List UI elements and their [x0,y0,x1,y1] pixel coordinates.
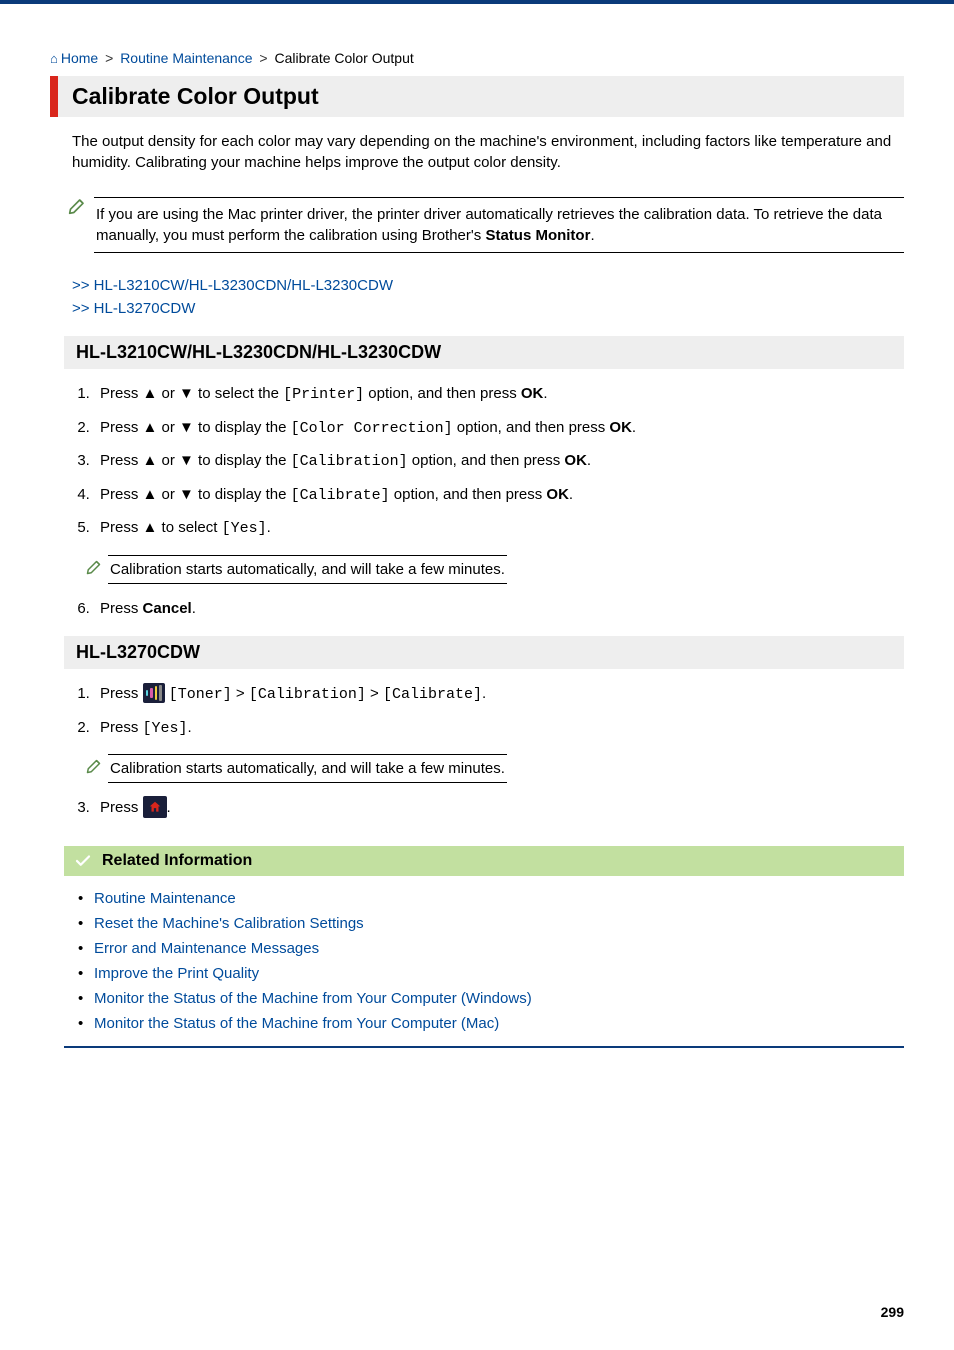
step: Press Cancel. [94,598,904,631]
related-item: Reset the Machine's Calibration Settings [94,911,904,936]
breadcrumb-home[interactable]: Home [61,50,98,66]
related-item: Monitor the Status of the Machine from Y… [94,986,904,1011]
step: Press [Toner] > [Calibration] > [Calibra… [94,683,904,717]
related-link[interactable]: Improve the Print Quality [94,965,259,982]
note-box: If you are using the Mac printer driver,… [72,189,904,261]
step: Press ▲ to select [Yes]. [94,517,904,551]
related-item: Monitor the Status of the Machine from Y… [94,1011,904,1036]
step: Press ▲ or ▼ to display the [Calibrate] … [94,484,904,518]
step: Press ▲ or ▼ to display the [Color Corre… [94,417,904,451]
anchor-link-2[interactable]: >> HL-L3270CDW [72,300,195,317]
related-link[interactable]: Routine Maintenance [94,890,236,907]
step: Press ▲ or ▼ to select the [Printer] opt… [94,383,904,417]
related-item: Improve the Print Quality [94,961,904,986]
section-title-2: HL-L3270CDW [76,642,892,663]
related-header: Related Information [64,846,904,876]
related-item: Routine Maintenance [94,886,904,911]
anchor-link-1[interactable]: >> HL-L3210CW/HL-L3230CDN/HL-L3230CDW [72,277,393,294]
step: Press . [94,797,904,830]
steps-list-2: Press [Toner] > [Calibration] > [Calibra… [50,683,904,750]
step: Press ▲ or ▼ to display the [Calibration… [94,450,904,484]
steps-list-1b: Press Cancel. [50,598,904,631]
page-number: 299 [881,1304,904,1320]
note-box-inline: Calibration starts automatically, and wi… [108,555,507,584]
note-box-inline: Calibration starts automatically, and wi… [108,754,507,783]
related-link[interactable]: Reset the Machine's Calibration Settings [94,915,364,932]
page-title: Calibrate Color Output [72,83,890,110]
home-icon: ⌂ [50,51,58,66]
pencil-icon [86,756,104,774]
note-text: Calibration starts automatically, and wi… [108,755,507,782]
breadcrumb-sep: > [256,50,270,66]
intro-text: The output density for each color may va… [50,131,904,185]
related-link[interactable]: Monitor the Status of the Machine from Y… [94,990,532,1007]
related-link[interactable]: Monitor the Status of the Machine from Y… [94,1015,499,1032]
check-icon [74,852,92,870]
related-item: Error and Maintenance Messages [94,936,904,961]
breadcrumb-parent[interactable]: Routine Maintenance [120,50,252,66]
anchor-links: >> HL-L3210CW/HL-L3230CDN/HL-L3230CDW >>… [50,275,904,330]
section-header-2: HL-L3270CDW [64,636,904,669]
pencil-icon [68,195,88,215]
related-title: Related Information [102,852,252,870]
section-title-1: HL-L3210CW/HL-L3230CDN/HL-L3230CDW [76,342,892,363]
steps-list-1: Press ▲ or ▼ to select the [Printer] opt… [50,383,904,551]
page-title-bar: Calibrate Color Output [50,76,904,117]
toner-icon [143,683,165,703]
pencil-icon [86,557,104,575]
related-list: Routine Maintenance Reset the Machine's … [50,886,904,1036]
steps-list-2b: Press . [50,797,904,830]
home-button-icon [143,796,167,818]
note-text: If you are using the Mac printer driver,… [94,198,904,252]
note-text: Calibration starts automatically, and wi… [108,556,507,583]
section-header-1: HL-L3210CW/HL-L3230CDN/HL-L3230CDW [64,336,904,369]
breadcrumb: ⌂Home > Routine Maintenance > Calibrate … [50,44,904,76]
step: Press [Yes]. [94,717,904,751]
bottom-rule [64,1046,904,1048]
breadcrumb-sep: > [102,50,116,66]
related-link[interactable]: Error and Maintenance Messages [94,940,319,957]
breadcrumb-current: Calibrate Color Output [274,50,413,66]
